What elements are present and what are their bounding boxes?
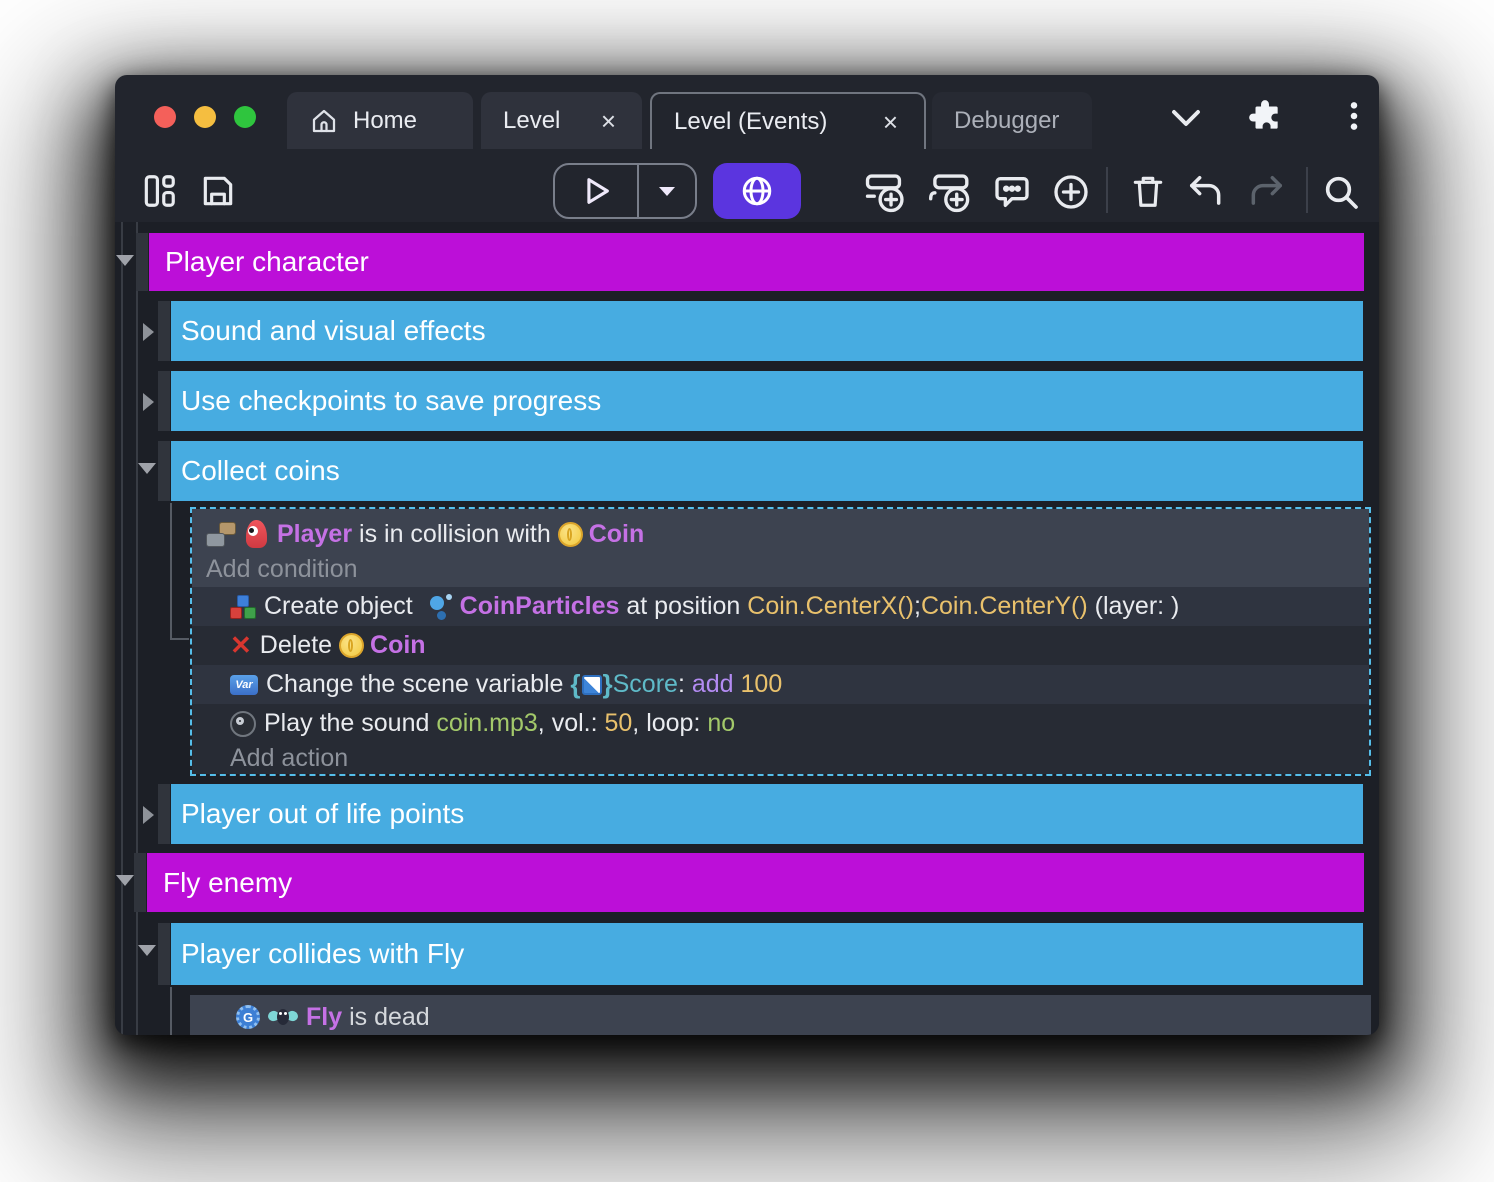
group-sound-effects[interactable]: Sound and visual effects <box>171 301 1363 361</box>
home-icon <box>309 106 339 136</box>
add-comment-icon[interactable] <box>992 172 1032 212</box>
puzzle-extensions-icon[interactable] <box>1246 97 1284 135</box>
event-handle <box>136 233 148 291</box>
close-tab-icon[interactable]: × <box>597 108 620 134</box>
scene-variable-icon <box>582 675 602 695</box>
speaker-icon <box>230 711 256 737</box>
traffic-lights <box>154 106 256 128</box>
zoom-window-button[interactable] <box>234 106 256 128</box>
collapse-arrow-player-collides-fly[interactable] <box>138 945 156 956</box>
group-collect-coins[interactable]: Collect coins <box>171 441 1363 501</box>
tab-home[interactable]: Home <box>287 92 473 149</box>
add-action-link[interactable]: Add action <box>192 743 1369 773</box>
chevron-down-icon[interactable] <box>1168 105 1204 131</box>
toolbar-divider <box>1306 167 1308 213</box>
indent-guide <box>136 222 138 1035</box>
publish-globe-icon[interactable] <box>713 163 801 219</box>
undo-icon[interactable] <box>1187 174 1225 210</box>
expand-arrow-checkpoints[interactable] <box>143 393 154 411</box>
create-object-icon <box>230 595 256 619</box>
conditions-section: Player is in collision with Coin Add con… <box>192 509 1369 587</box>
coin-sprite-icon <box>558 522 583 547</box>
expand-arrow-out-of-life[interactable] <box>143 806 154 824</box>
player-sprite-icon <box>246 520 267 548</box>
group-checkpoints[interactable]: Use checkpoints to save progress <box>171 371 1363 431</box>
action-change-variable[interactable]: Var Change the scene variable { } Score … <box>192 665 1369 704</box>
app-window: Home Level × Level (Events) × Debugger <box>115 75 1379 1035</box>
indent-guide <box>121 222 123 1035</box>
close-window-button[interactable] <box>154 106 176 128</box>
event-handle <box>158 371 170 431</box>
play-options-caret-icon[interactable] <box>639 165 695 217</box>
fly-sprite-icon <box>268 1007 298 1027</box>
subevent-connector <box>170 987 172 1035</box>
save-icon[interactable] <box>199 172 237 210</box>
event-handle <box>134 853 146 912</box>
group-out-of-life[interactable]: Player out of life points <box>171 784 1363 844</box>
group-header-fly-enemy[interactable]: Fly enemy <box>147 853 1364 912</box>
action-create-object[interactable]: Create object CoinParticles at position … <box>192 587 1369 626</box>
redo-icon[interactable] <box>1247 174 1285 210</box>
delete-x-icon: ✕ <box>230 630 252 661</box>
close-tab-icon[interactable]: × <box>879 109 902 135</box>
action-delete-coin[interactable]: ✕ Delete Coin <box>192 626 1369 665</box>
action-play-sound[interactable]: Play the sound coin.mp3 , vol.: 50 , loo… <box>192 704 1369 743</box>
variable-icon: Var <box>230 675 258 695</box>
play-button-group <box>553 163 697 219</box>
layout-icon[interactable] <box>140 172 178 210</box>
toolbar-divider <box>1106 167 1108 213</box>
event-collect-coins-selected[interactable]: Player is in collision with Coin Add con… <box>190 507 1371 776</box>
actions-section: Create object CoinParticles at position … <box>192 587 1369 774</box>
add-event-icon[interactable] <box>864 171 908 213</box>
coin-sprite-icon <box>339 633 364 658</box>
tab-level[interactable]: Level × <box>481 92 642 149</box>
collapse-arrow-collect-coins[interactable] <box>138 463 156 474</box>
tab-label: Level (Events) <box>674 108 827 136</box>
tab-label: Home <box>353 107 417 135</box>
trash-icon[interactable] <box>1129 172 1167 210</box>
event-handle <box>158 784 170 844</box>
kebab-menu-icon[interactable] <box>1337 99 1371 133</box>
collapse-arrow-fly-enemy[interactable] <box>116 875 134 886</box>
play-button[interactable] <box>555 165 639 217</box>
subevent-connector <box>170 503 189 640</box>
event-fly-dead[interactable]: G Fly is dead <box>190 995 1371 1035</box>
tab-debugger[interactable]: Debugger <box>932 92 1092 149</box>
tab-label: Level <box>503 107 560 135</box>
add-condition-link[interactable]: Add condition <box>192 554 1369 584</box>
event-handle <box>158 301 170 361</box>
collision-icon <box>206 522 236 547</box>
group-header-player-character[interactable]: Player character <box>149 233 1364 291</box>
expand-arrow-sound-effects[interactable] <box>143 323 154 341</box>
tab-level-events[interactable]: Level (Events) × <box>650 92 926 149</box>
particles-icon <box>428 594 452 620</box>
behavior-arrows-icon <box>204 1004 230 1030</box>
condition-row-fly-dead[interactable]: G Fly is dead <box>190 997 1371 1035</box>
minimize-window-button[interactable] <box>194 106 216 128</box>
tab-label: Debugger <box>954 107 1059 135</box>
collapse-arrow-player-character[interactable] <box>116 255 134 266</box>
search-icon[interactable] <box>1321 172 1361 212</box>
gdevelop-gear-icon: G <box>236 1005 260 1029</box>
event-handle <box>158 923 170 985</box>
group-collides-fly[interactable]: Player collides with Fly <box>171 923 1363 985</box>
add-subevent-icon[interactable] <box>928 171 972 213</box>
events-sheet: Player character Sound and visual effect… <box>115 222 1379 1035</box>
condition-row-collision[interactable]: Player is in collision with Coin <box>192 514 1369 554</box>
event-handle <box>158 441 170 501</box>
add-circle-icon[interactable] <box>1051 172 1091 212</box>
